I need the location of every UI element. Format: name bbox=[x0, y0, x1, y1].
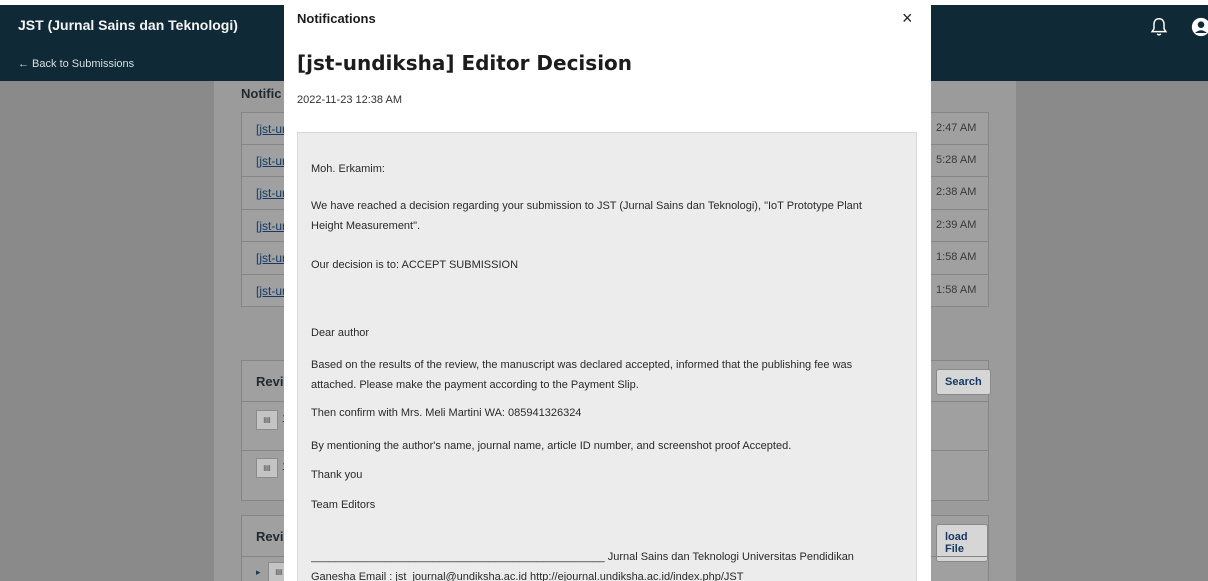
bell-icon[interactable] bbox=[1148, 16, 1170, 38]
user-icon[interactable] bbox=[1190, 16, 1208, 38]
notification-link[interactable]: [jst-ur bbox=[256, 251, 286, 265]
modal-title: [jst-undiksha] Editor Decision bbox=[297, 51, 633, 75]
message-text: Team Editors bbox=[311, 499, 376, 511]
notification-time: 1:58 AM bbox=[936, 251, 977, 263]
notification-modal: Notifications × [jst-undiksha] Editor De… bbox=[284, 5, 931, 581]
notification-time: 2:39 AM bbox=[936, 218, 977, 231]
notification-date: 2022-11-23 12:38 AM bbox=[297, 94, 402, 106]
notification-time: 2:47 AM bbox=[936, 122, 977, 134]
message-text: attached. Please make the payment accord… bbox=[311, 379, 639, 391]
message-text: We have reached a decision regarding you… bbox=[311, 200, 862, 212]
notification-time: 1:58 AM bbox=[936, 283, 977, 296]
greeting: Moh. Erkamim: bbox=[311, 163, 385, 175]
message-text: Thank you bbox=[311, 469, 363, 481]
notification-time: 2:38 AM bbox=[936, 186, 977, 198]
notification-link[interactable]: [jst-ur bbox=[256, 219, 286, 233]
notification-link[interactable]: [jst-ur bbox=[256, 122, 286, 136]
message-text: Dear author bbox=[311, 327, 370, 339]
message-text: Based on the results of the review, the … bbox=[311, 359, 853, 371]
notification-time: 5:28 AM bbox=[936, 153, 977, 166]
signature-text: Ganesha Email : jst_journal@undiksha.ac.… bbox=[311, 571, 744, 581]
back-to-submissions-link[interactable]: ← Back to Submissions bbox=[18, 58, 134, 70]
decision-text: Our decision is to: ACCEPT SUBMISSION bbox=[311, 259, 519, 271]
notification-link[interactable]: [jst-ur bbox=[256, 284, 286, 298]
message-text: By mentioning the author's name, journal… bbox=[311, 440, 792, 452]
message-text: Height Measurement". bbox=[311, 220, 421, 232]
file-icon: ▤ bbox=[256, 458, 278, 478]
journal-title[interactable]: JST (Jurnal Sains dan Teknologi) bbox=[18, 17, 238, 33]
notification-link[interactable]: [jst-ur bbox=[256, 154, 286, 168]
notification-link[interactable]: [jst-ur bbox=[256, 186, 286, 200]
notifications-heading: Notific bbox=[241, 86, 282, 101]
search-button[interactable]: Search bbox=[936, 369, 991, 395]
message-text: Then confirm with Mrs. Meli Martini WA: … bbox=[311, 407, 582, 419]
close-icon[interactable]: × bbox=[902, 9, 913, 27]
modal-header-label: Notifications bbox=[297, 11, 376, 26]
signature-text: ________________________________________… bbox=[311, 551, 854, 563]
message-body: Moh. Erkamim: We have reached a decision… bbox=[297, 132, 917, 581]
expand-arrow-icon[interactable]: ▸ bbox=[256, 567, 261, 578]
file-icon: ▤ bbox=[256, 410, 278, 430]
